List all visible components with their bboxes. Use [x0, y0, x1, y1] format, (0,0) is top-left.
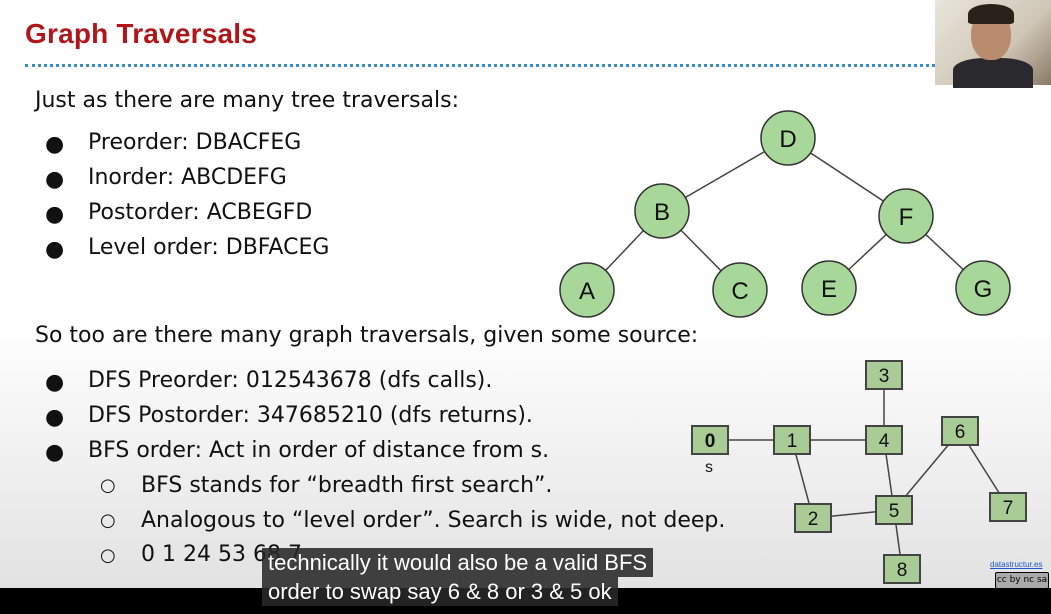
tree-node-label: E — [821, 276, 837, 303]
tree-node-label: D — [779, 126, 796, 153]
tree-node-label: C — [731, 278, 748, 305]
source-label: s — [705, 459, 713, 476]
caption-line-1: technically it would also be a valid BFS — [262, 548, 654, 577]
diagrams: D B F A C E G 0 1 2 3 4 5 6 7 8 s — [559, 110, 1027, 584]
presenter-hair — [968, 4, 1014, 24]
graph-node-label: 4 — [879, 431, 890, 452]
graph-node-label: 6 — [955, 422, 966, 443]
graph-node-label: 5 — [889, 501, 900, 522]
webcam-overlay — [935, 0, 1051, 88]
license-badge: cc by nc sa — [995, 572, 1049, 589]
caption-line-2: order to swap say 6 & 8 or 3 & 5 ok — [262, 577, 618, 606]
graph-node-label: 3 — [879, 366, 890, 387]
presenter-body — [953, 58, 1033, 88]
tree-node-label: A — [579, 278, 595, 305]
video-caption: technically it would also be a valid BFS… — [262, 548, 654, 606]
tree-node-label: G — [974, 276, 993, 303]
graph-node-label: 8 — [897, 560, 908, 581]
graph-node-label: 2 — [808, 509, 819, 530]
graph-node-label: 0 — [705, 431, 716, 452]
tree-node-label: B — [654, 199, 670, 226]
graph-node-label: 1 — [787, 431, 798, 452]
graph-node-label: 7 — [1003, 498, 1014, 519]
slide: Graph Traversals Just as there are many … — [0, 0, 1051, 589]
tree-node-label: F — [899, 204, 914, 231]
credit-link[interactable]: datastructur.es — [990, 560, 1042, 569]
